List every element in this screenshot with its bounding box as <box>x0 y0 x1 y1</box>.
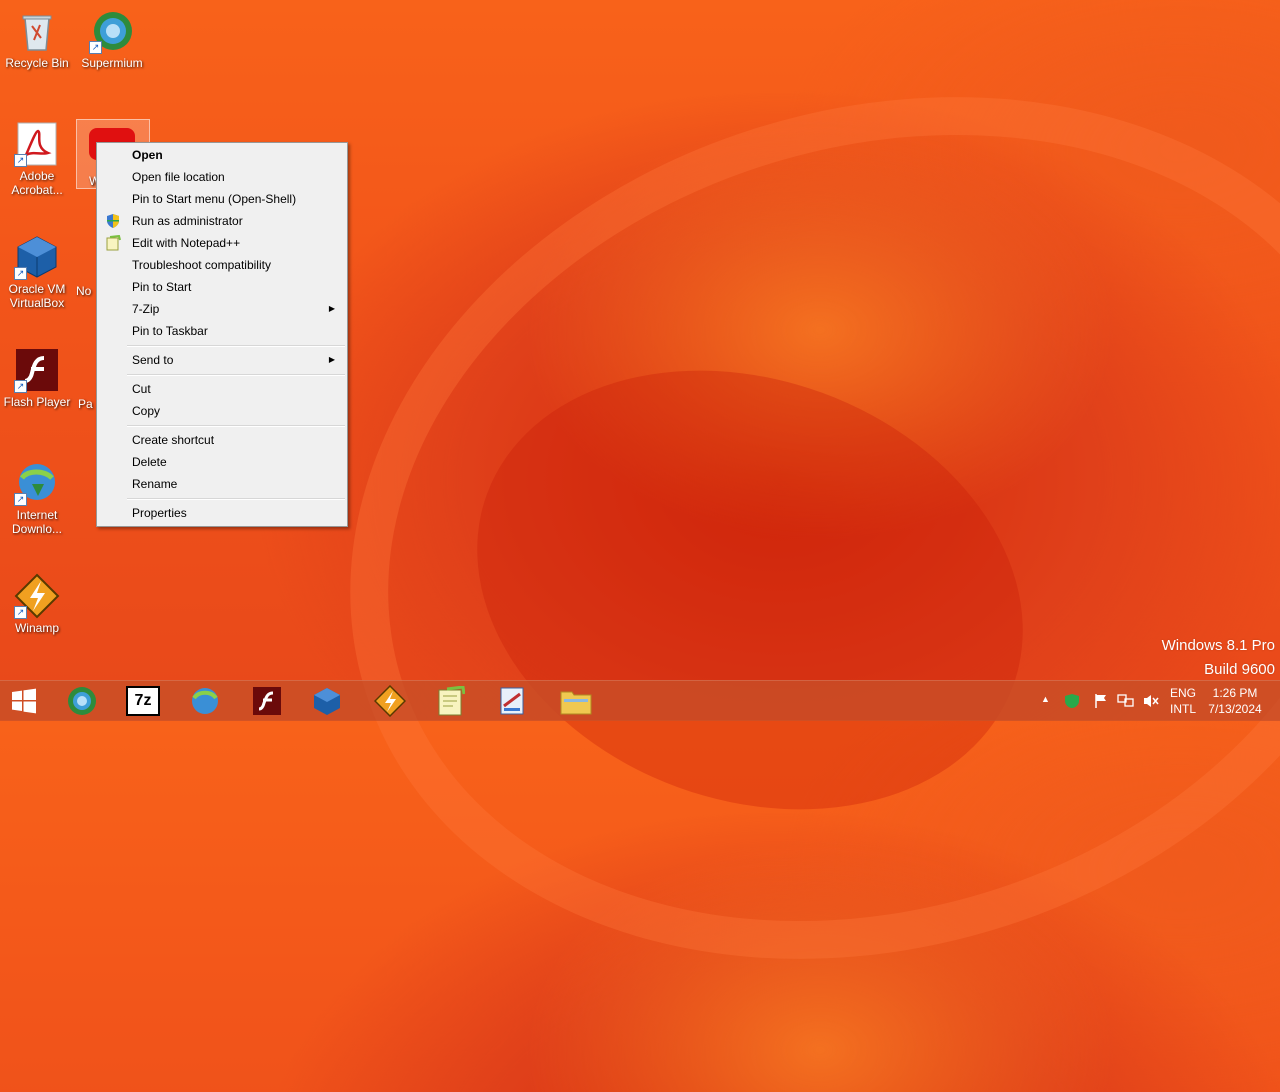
shortcut-arrow-icon: ↗ <box>89 41 102 54</box>
desktop-icon-label: Adobe Acrobat... <box>11 169 63 197</box>
show-hidden-icons-chevron-icon[interactable]: ▲ <box>1041 691 1050 707</box>
menu-item-rename[interactable]: Rename <box>99 473 345 495</box>
menu-separator <box>127 425 345 427</box>
idm-icon: ↗ <box>14 460 60 506</box>
desktop-icon-label: Oracle VM VirtualBox <box>8 282 66 310</box>
shortcut-arrow-icon: ↗ <box>14 267 27 280</box>
notepad-plus-plus-icon <box>106 235 121 251</box>
folder-icon <box>560 691 592 715</box>
winamp-icon <box>374 685 406 717</box>
menu-item-copy[interactable]: Copy <box>99 400 345 422</box>
shortcut-arrow-icon: ↗ <box>14 493 27 506</box>
shortcut-arrow-icon: ↗ <box>14 606 27 619</box>
taskbar-virtualbox[interactable] <box>301 683 353 719</box>
notepad-plus-plus-icon <box>438 686 465 716</box>
submenu-arrow-icon: ▶ <box>328 304 335 313</box>
virtualbox-icon <box>314 688 340 715</box>
idm-icon <box>192 688 218 714</box>
taskbar-7zip[interactable]: 7z <box>117 683 169 719</box>
windows-edition-watermark: Windows 8.1 Pro <box>1161 637 1275 654</box>
taskbar-winamp[interactable] <box>364 683 416 719</box>
taskbar-supermium[interactable] <box>56 683 108 719</box>
desktop-icon-recycle-bin[interactable]: Recycle Bin <box>1 8 73 70</box>
menu-item-pin-to-start-menu[interactable]: Pin to Start menu (Open-Shell) <box>99 188 345 210</box>
menu-item-pin-to-start[interactable]: Pin to Start <box>99 276 345 298</box>
flash-icon <box>253 687 281 715</box>
menu-item-cut[interactable]: Cut <box>99 378 345 400</box>
menu-item-run-as-administrator[interactable]: Run as administrator <box>99 210 345 232</box>
7zip-icon: 7z <box>126 686 160 716</box>
taskbar-flash-player[interactable] <box>241 683 293 719</box>
desktop-icon-flash-player[interactable]: ↗ Flash Player <box>1 347 73 409</box>
taskbar-file-explorer[interactable] <box>550 683 602 719</box>
flash-icon: ↗ <box>14 347 60 393</box>
shortcut-arrow-icon: ↗ <box>14 380 27 393</box>
acrobat-icon: ↗ <box>14 121 60 167</box>
clock-time: 1:26 PM <box>1212 686 1258 700</box>
desktop-icon-winamp[interactable]: ↗ Winamp <box>1 573 73 635</box>
shortcut-arrow-icon: ↗ <box>14 154 27 167</box>
paint-icon <box>500 687 524 715</box>
supermium-icon: ↗ <box>89 8 135 54</box>
context-menu: Open Open file location Pin to Start men… <box>96 142 348 527</box>
winamp-icon: ↗ <box>14 573 60 619</box>
volume-muted-icon[interactable] <box>1142 693 1160 709</box>
taskbar-internet-download-manager[interactable] <box>179 683 231 719</box>
desktop-icon-label: Internet Downlo... <box>11 508 63 536</box>
desktop-icon-supermium[interactable]: ↗ Supermium <box>76 8 148 70</box>
windows-logo-icon <box>12 688 36 714</box>
network-icon[interactable] <box>1117 693 1135 709</box>
keyboard-layout: INTL <box>1169 702 1196 716</box>
recycle-bin-icon <box>14 8 60 54</box>
taskbar-paint[interactable] <box>486 683 538 719</box>
menu-item-pin-to-taskbar[interactable]: Pin to Taskbar <box>99 320 345 342</box>
taskbar: 7z ▲ ENG INTL 1:26 PM 7/13/2024 <box>0 680 1280 721</box>
menu-item-create-shortcut[interactable]: Create shortcut <box>99 429 345 451</box>
menu-item-properties[interactable]: Properties <box>99 502 345 524</box>
security-shield-tray-icon[interactable] <box>1063 693 1081 709</box>
menu-item-troubleshoot-compatibility[interactable]: Troubleshoot compatibility <box>99 254 345 276</box>
submenu-arrow-icon: ▶ <box>328 355 335 364</box>
menu-item-open[interactable]: Open <box>99 144 345 166</box>
start-button[interactable] <box>0 683 48 719</box>
input-language-indicator[interactable]: ENG INTL <box>1166 685 1200 717</box>
menu-separator <box>127 498 345 500</box>
taskbar-notepad-plus-plus[interactable] <box>425 683 477 719</box>
menu-separator <box>127 374 345 376</box>
virtualbox-icon: ↗ <box>14 234 60 280</box>
desktop-icon-label: Winamp <box>14 621 59 635</box>
desktop-icon-label: Flash Player <box>3 395 71 409</box>
desktop-icon-virtualbox[interactable]: ↗ Oracle VM VirtualBox <box>1 234 73 310</box>
clock-date: 7/13/2024 <box>1208 702 1262 716</box>
menu-item-7-zip[interactable]: 7-Zip ▶ <box>99 298 345 320</box>
clock[interactable]: 1:26 PM 7/13/2024 <box>1204 685 1266 717</box>
desktop-icon-adobe-acrobat[interactable]: ↗ Adobe Acrobat... <box>1 121 73 197</box>
desktop-icon-internet-download-manager[interactable]: ↗ Internet Downlo... <box>1 460 73 536</box>
menu-item-send-to[interactable]: Send to ▶ <box>99 349 345 371</box>
menu-item-open-file-location[interactable]: Open file location <box>99 166 345 188</box>
desktop-icon-label: Recycle Bin <box>5 56 69 70</box>
menu-item-edit-with-notepad-plus-plus[interactable]: Edit with Notepad++ <box>99 232 345 254</box>
windows-build-watermark: Build 9600 <box>1204 661 1275 678</box>
desktop-icon-label: Supermium <box>81 56 143 70</box>
supermium-icon <box>68 687 96 715</box>
menu-separator <box>127 345 345 347</box>
uac-shield-icon <box>107 214 119 228</box>
language-code: ENG <box>1169 686 1196 700</box>
action-center-flag-icon[interactable] <box>1093 693 1109 709</box>
menu-item-delete[interactable]: Delete <box>99 451 345 473</box>
